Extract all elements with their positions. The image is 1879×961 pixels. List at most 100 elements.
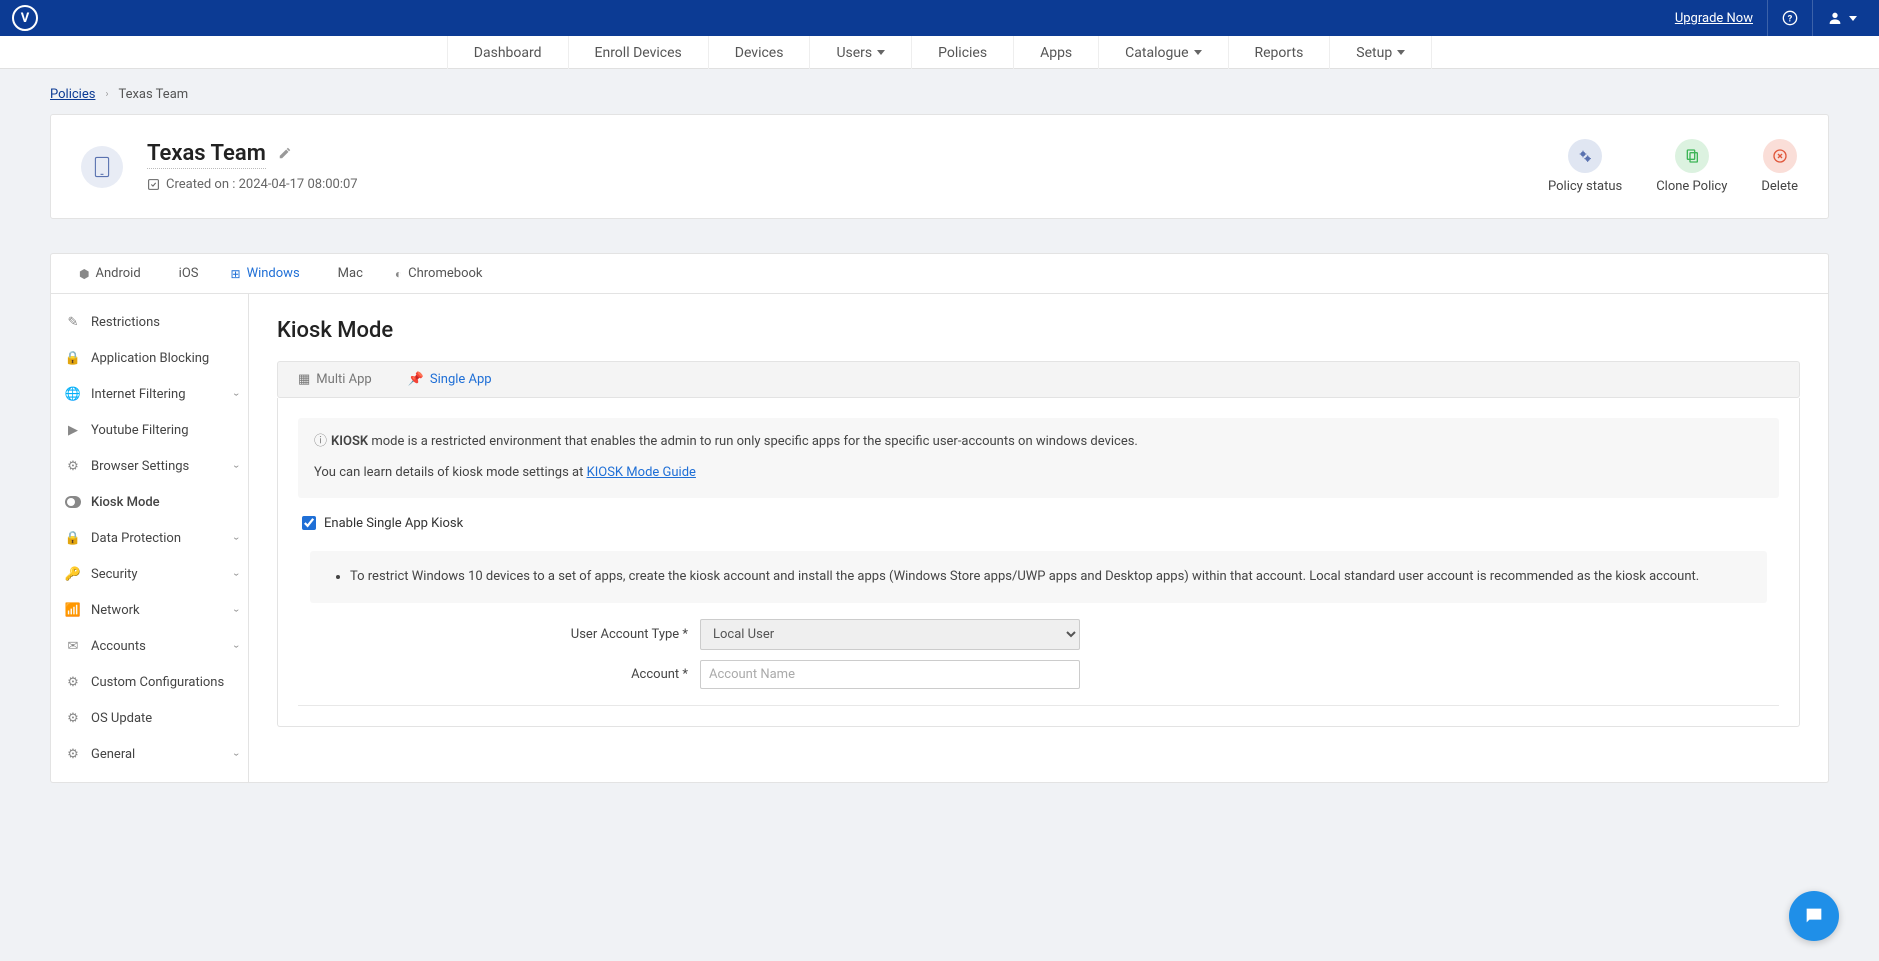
edit-button[interactable]: [278, 146, 292, 164]
nav-dashboard[interactable]: Dashboard: [447, 36, 569, 69]
tab-multi-app[interactable]: ▦Multi App: [290, 362, 380, 397]
sidebar-internet-filtering[interactable]: 🌐Internet Filtering›: [51, 376, 248, 412]
panel-title: Kiosk Mode: [277, 318, 1800, 343]
chevron-icon: ›: [230, 572, 243, 575]
os-tab-chromebook[interactable]: ◐Chromebook: [379, 254, 499, 293]
kiosk-guide-link[interactable]: KIOSK Mode Guide: [587, 465, 696, 480]
account-input[interactable]: [700, 660, 1080, 689]
nav-reports[interactable]: Reports: [1229, 36, 1331, 69]
sidebar-data-protection[interactable]: 🔒Data Protection›: [51, 520, 248, 556]
policy-header-card: Texas Team Created on : 2024-04-17 08:00…: [50, 114, 1829, 219]
windows-icon: ⊞: [231, 267, 241, 281]
note-box: To restrict Windows 10 devices to a set …: [310, 551, 1767, 604]
top-bar: V Upgrade Now ?: [0, 0, 1879, 36]
svg-text:?: ?: [1788, 13, 1793, 24]
sidebar-kiosk-mode[interactable]: Kiosk Mode: [51, 484, 248, 520]
nav-devices[interactable]: Devices: [709, 36, 811, 69]
nav-policies[interactable]: Policies: [912, 36, 1014, 69]
user-menu[interactable]: [1812, 0, 1871, 36]
chrome-icon: ◐: [395, 267, 402, 281]
sidebar-restrictions[interactable]: ✎Restrictions: [51, 304, 248, 340]
pin-icon: 📌: [408, 372, 424, 387]
os-tab-mac[interactable]: Mac: [316, 254, 379, 293]
chevron-icon: ›: [230, 752, 243, 755]
brand-logo: V: [12, 5, 38, 31]
kiosk-mode-tabs: ▦Multi App 📌Single App: [277, 361, 1800, 398]
close-circle-icon: [1772, 148, 1788, 164]
gear-icon: ⚙: [65, 746, 81, 762]
sidebar-browser-settings[interactable]: ⚙Browser Settings›: [51, 448, 248, 484]
policy-sidebar: ✎Restrictions 🔒Application Blocking 🌐Int…: [51, 294, 249, 782]
chevron-down-icon: [1849, 16, 1857, 21]
sidebar-network[interactable]: 📶Network›: [51, 592, 248, 628]
nav-setup[interactable]: Setup: [1330, 36, 1432, 69]
nav-users[interactable]: Users: [810, 36, 912, 69]
key-icon: 🔑: [65, 566, 81, 582]
content-area: ✎Restrictions 🔒Application Blocking 🌐Int…: [50, 294, 1829, 783]
chevron-icon: ›: [230, 536, 243, 539]
sidebar-custom-config[interactable]: ⚙Custom Configurations: [51, 664, 248, 700]
account-label: Account *: [298, 667, 688, 682]
upgrade-link[interactable]: Upgrade Now: [1661, 11, 1767, 26]
check-square-icon: [147, 178, 160, 191]
chevron-icon: ›: [230, 392, 243, 395]
gear-icon: ⚙: [65, 458, 81, 474]
account-type-select[interactable]: Local User: [700, 619, 1080, 650]
os-tab-ios[interactable]: iOS: [157, 254, 215, 293]
toggle-icon: [65, 494, 81, 510]
info-icon: ⓘ: [314, 434, 327, 449]
main-panel: Kiosk Mode ▦Multi App 📌Single App ⓘKIOSK…: [249, 294, 1828, 782]
sidebar-youtube-filtering[interactable]: ▶Youtube Filtering: [51, 412, 248, 448]
edit-icon: ✎: [65, 314, 81, 330]
breadcrumb-root[interactable]: Policies: [50, 87, 95, 102]
chevron-down-icon: [877, 50, 885, 55]
policy-status-button[interactable]: Policy status: [1548, 139, 1622, 194]
gear-icon: ⚙: [65, 674, 81, 690]
nav-enroll-devices[interactable]: Enroll Devices: [569, 36, 709, 69]
help-button[interactable]: ?: [1767, 0, 1812, 36]
copy-icon: [1684, 148, 1700, 164]
wifi-icon: 📶: [65, 602, 81, 618]
nav-apps[interactable]: Apps: [1014, 36, 1099, 69]
info-box: ⓘKIOSK mode is a restricted environment …: [298, 418, 1779, 498]
sidebar-accounts[interactable]: ✉Accounts›: [51, 628, 248, 664]
sidebar-app-blocking[interactable]: 🔒Application Blocking: [51, 340, 248, 376]
divider: [298, 705, 1779, 706]
chevron-down-icon: [1194, 50, 1202, 55]
grid-icon: ▦: [298, 372, 310, 387]
sidebar-general[interactable]: ⚙General›: [51, 736, 248, 772]
chevron-right-icon: ›: [105, 89, 108, 100]
android-icon: ⬢: [79, 267, 89, 281]
os-tab-windows[interactable]: ⊞Windows: [215, 254, 316, 293]
breadcrumb-current: Texas Team: [118, 87, 188, 102]
account-type-label: User Account Type *: [298, 627, 688, 642]
policy-created-date: Created on : 2024-04-17 08:00:07: [166, 177, 358, 192]
chat-icon: [1803, 905, 1825, 927]
main-nav: Dashboard Enroll Devices Devices Users P…: [0, 36, 1879, 69]
mail-icon: ✉: [65, 638, 81, 654]
help-icon: ?: [1782, 10, 1798, 26]
os-tab-android[interactable]: ⬢Android: [63, 254, 157, 293]
clone-policy-button[interactable]: Clone Policy: [1656, 139, 1727, 194]
globe-icon: 🌐: [65, 386, 81, 402]
gears-icon: [1577, 148, 1593, 164]
policy-icon: [81, 146, 123, 188]
os-tabs: ⬢Android iOS ⊞Windows Mac ◐Chromebook: [50, 253, 1829, 294]
enable-single-app-kiosk-checkbox[interactable]: [302, 516, 316, 530]
policy-title: Texas Team: [147, 141, 266, 169]
pencil-icon: [278, 146, 292, 160]
chevron-icon: ›: [230, 608, 243, 611]
tab-single-app[interactable]: 📌Single App: [400, 362, 500, 397]
sidebar-security[interactable]: 🔑Security›: [51, 556, 248, 592]
sidebar-os-update[interactable]: ⚙OS Update: [51, 700, 248, 736]
chevron-down-icon: [1397, 50, 1405, 55]
tablet-icon: [93, 156, 111, 178]
delete-policy-button[interactable]: Delete: [1761, 139, 1798, 194]
user-icon: [1827, 10, 1843, 26]
enable-kiosk-label: Enable Single App Kiosk: [324, 516, 463, 531]
lock-icon: 🔒: [65, 530, 81, 546]
breadcrumb: Policies › Texas Team: [0, 69, 1879, 114]
chevron-icon: ›: [230, 644, 243, 647]
chat-button[interactable]: [1789, 891, 1839, 941]
nav-catalogue[interactable]: Catalogue: [1099, 36, 1228, 69]
